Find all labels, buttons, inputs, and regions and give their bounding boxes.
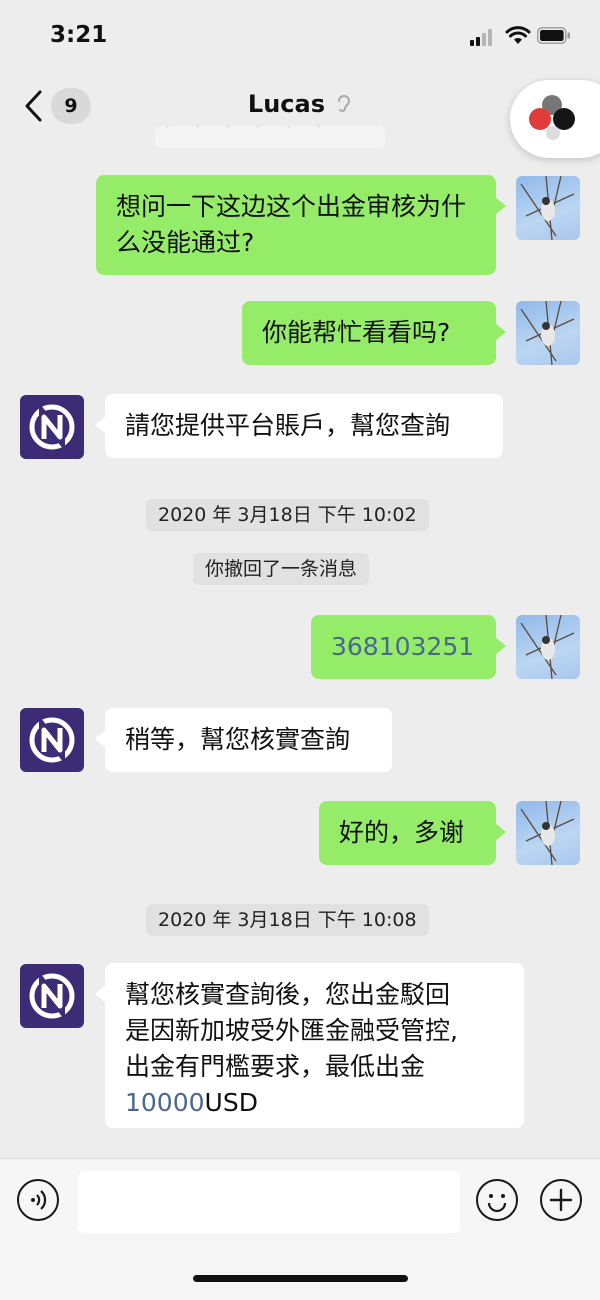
contact-avatar[interactable] [20, 708, 84, 772]
bird-photo-icon [520, 615, 575, 679]
bird-photo-icon [520, 176, 575, 240]
plus-icon [549, 1188, 573, 1212]
timestamp: 2020 年 3月18日 下午 10:02 [146, 499, 429, 531]
emoji-icon [487, 1194, 507, 1213]
my-avatar[interactable] [516, 176, 580, 240]
my-avatar[interactable] [516, 301, 580, 365]
earpiece-mode-icon [338, 95, 351, 112]
emoji-button[interactable] [476, 1179, 518, 1221]
timestamp: 2020 年 3月18日 下午 10:08 [146, 904, 429, 936]
voice-mode-icon [31, 1190, 47, 1210]
message-line: 是因新加坡受外匯金融受管控, [125, 1016, 458, 1045]
message-bubble[interactable]: 想问一下这边这个出金审核为什么没能通过? [96, 175, 506, 275]
company-logo-icon [29, 402, 75, 452]
system-notice: 你撤回了一条消息 [193, 553, 370, 585]
contact-avatar[interactable] [20, 395, 84, 459]
message-bubble[interactable]: 好的，多谢 [319, 801, 506, 865]
message-bubble[interactable]: 你能帮忙看看吗? [242, 301, 506, 365]
my-avatar[interactable] [516, 801, 580, 865]
company-logo-icon [29, 715, 75, 765]
bird-photo-icon [520, 801, 575, 865]
company-logo-icon [29, 971, 75, 1021]
floating-apps-icon [529, 95, 575, 140]
chat-title: Lucas [247, 90, 325, 118]
voice-mode-button[interactable] [17, 1179, 59, 1221]
wifi-icon [505, 26, 531, 44]
bird-photo-icon [520, 301, 575, 365]
message-line: 10000USD [125, 1085, 504, 1121]
message-text: 你能帮忙看看吗? [262, 318, 451, 347]
floating-window-widget[interactable] [510, 80, 600, 158]
message-text: 好的，多谢 [339, 818, 465, 847]
currency-unit: USD [204, 1088, 258, 1117]
message-text: 想问一下这边这个出金审核为什么没能通过? [116, 192, 467, 257]
message-line: 幫您核實查詢後，您出金駁回 [125, 980, 451, 1009]
more-button[interactable] [540, 1179, 582, 1221]
message-line: 出金有門檻要求，最低出金 [125, 1052, 426, 1081]
message-text: 稍等，幫您核實查詢 [125, 725, 351, 754]
cellular-signal-icon [470, 28, 496, 46]
scrolled-message-fragment: · · · · · · [155, 126, 385, 148]
message-bubble[interactable]: 368103251 [311, 615, 506, 679]
amount-number-link[interactable]: 10000 [125, 1088, 205, 1117]
contact-avatar[interactable] [20, 964, 84, 1028]
message-bubble[interactable]: 幫您核實查詢後，您出金駁回 是因新加坡受外匯金融受管控, 出金有門檻要求，最低出… [95, 963, 524, 1128]
message-bubble[interactable]: 稍等，幫您核實查詢 [95, 708, 392, 772]
message-text: 請您提供平台賬戶，幫您查詢 [125, 411, 451, 440]
account-number-link[interactable]: 368103251 [331, 632, 474, 661]
status-time: 3:21 [50, 22, 108, 48]
message-input[interactable] [78, 1171, 460, 1233]
home-indicator [193, 1275, 408, 1282]
message-bubble[interactable]: 請您提供平台賬戶，幫您查詢 [95, 394, 503, 458]
battery-icon [537, 27, 570, 44]
my-avatar[interactable] [516, 615, 580, 679]
status-bar: 3:21 [0, 0, 600, 72]
